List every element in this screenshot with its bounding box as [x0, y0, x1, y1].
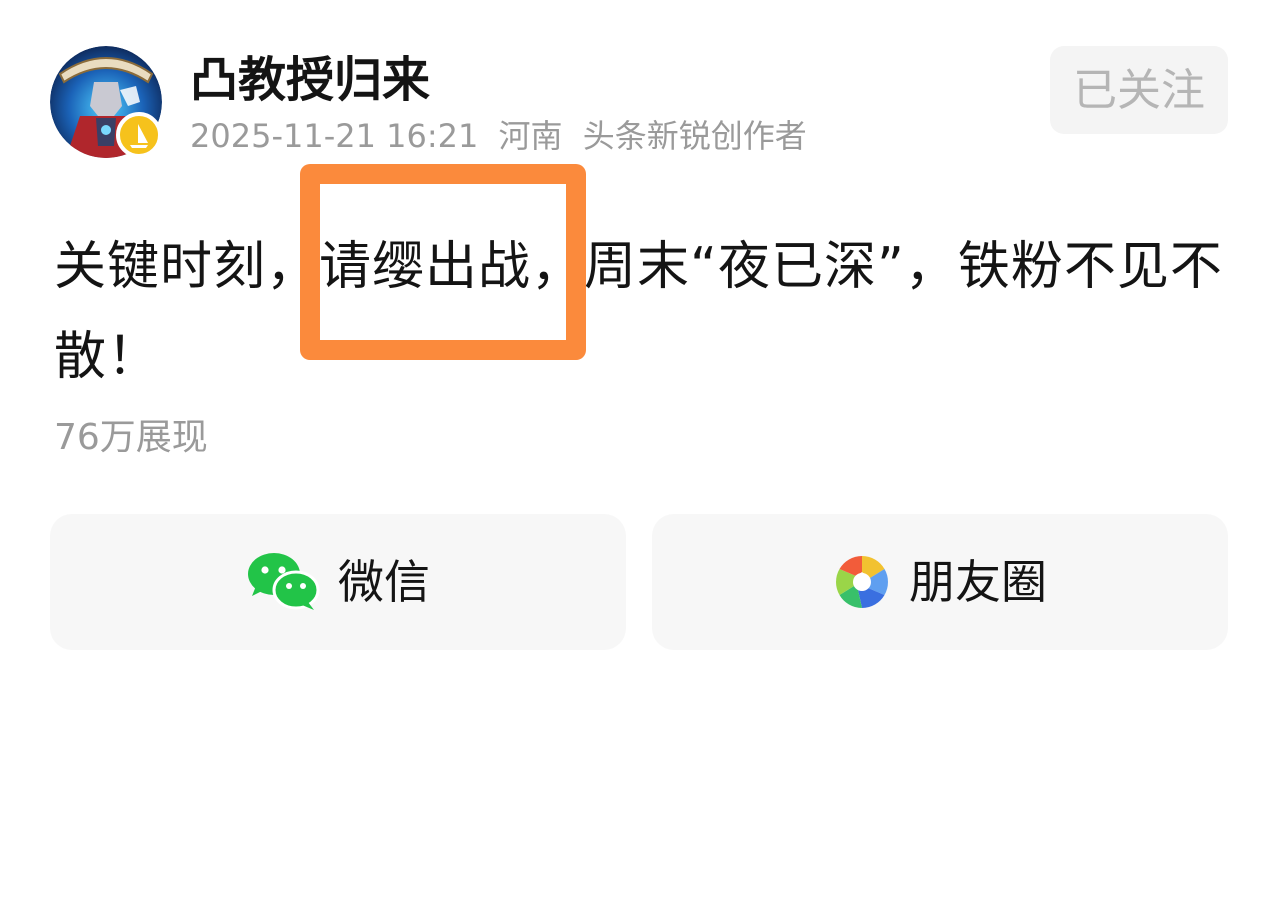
share-moments-label: 朋友圈 — [909, 555, 1047, 609]
creator-label: 头条新锐创作者 — [582, 117, 807, 155]
author-name[interactable]: 凸教授归来 — [190, 48, 430, 112]
follow-button[interactable]: 已关注 — [1050, 46, 1228, 134]
share-moments-button[interactable]: 朋友圈 — [652, 514, 1228, 650]
moments-icon — [836, 556, 888, 608]
creator-level-badge-icon — [116, 112, 162, 158]
post-text: 关键时刻，请缨出战，周末“夜已深”，铁粉不见不散！ — [54, 237, 1223, 387]
post-share-page: 凸教授归来 2025-11-21 16:21 河南 头条新锐创作者 已关注 关键… — [0, 0, 1280, 918]
share-wechat-label: 微信 — [338, 555, 430, 609]
post-location: 河南 — [498, 117, 563, 155]
post-timestamp: 2025-11-21 16:21 — [190, 117, 479, 155]
wechat-icon — [248, 553, 320, 610]
share-wechat-button[interactable]: 微信 — [50, 514, 626, 650]
impressions-count: 76万展现 — [54, 417, 208, 458]
sail-icon — [130, 124, 148, 148]
post-meta: 2025-11-21 16:21 河南 头条新锐创作者 — [190, 116, 817, 156]
